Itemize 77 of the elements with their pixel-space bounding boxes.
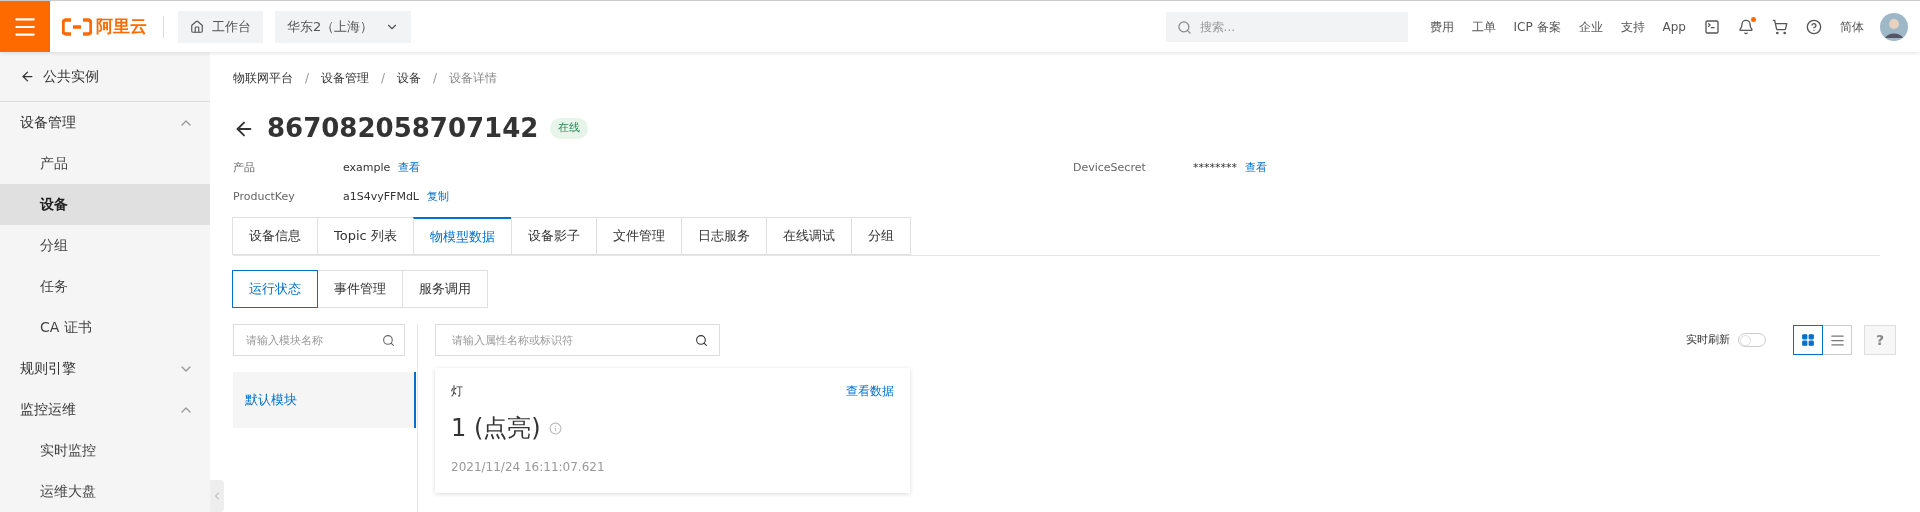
tab[interactable]: 日志服务 — [680, 217, 767, 255]
breadcrumb-link[interactable]: 物联网平台 — [233, 69, 293, 87]
field-link[interactable]: 复制 — [427, 188, 449, 205]
nav-link[interactable]: 支持 — [1620, 17, 1645, 36]
search-icon — [695, 334, 708, 347]
logo-icon — [62, 17, 92, 36]
field-value: a1S4vyFFMdL — [343, 188, 419, 205]
breadcrumb-current: 设备详情 — [449, 70, 498, 87]
sidebar-item[interactable]: 产品 — [0, 143, 210, 184]
tab[interactable]: 在线调试 — [765, 217, 852, 255]
nav-link[interactable]: 企业 — [1578, 17, 1603, 36]
toggle-label: 实时刷新 — [1686, 331, 1730, 348]
terminal-icon[interactable] — [1704, 18, 1720, 35]
collapse-handle[interactable] — [210, 480, 224, 512]
search-field[interactable]: 搜索... — [1165, 11, 1408, 42]
sidebar-item[interactable]: 分组 — [0, 225, 210, 266]
sidebar-item[interactable]: 设备 — [0, 184, 210, 225]
tab[interactable]: Topic 列表 — [317, 217, 414, 255]
cart-icon[interactable] — [1772, 18, 1788, 35]
tab[interactable]: 物模型数据 — [412, 217, 512, 255]
home-icon — [190, 19, 204, 34]
breadcrumb-separator: / — [305, 70, 310, 87]
field-value: ******** — [1193, 160, 1237, 176]
bell-icon — [1738, 18, 1754, 35]
avatar[interactable] — [1880, 12, 1908, 41]
workbench-button[interactable]: 工作台 — [178, 10, 263, 43]
back-link[interactable]: 公共实例 — [0, 52, 210, 102]
notification-button[interactable] — [1738, 18, 1754, 35]
sidebar-item[interactable]: 实时监控 — [0, 430, 210, 471]
sidebar-group[interactable]: 规则引擎 — [0, 348, 210, 389]
sidebar-item[interactable]: 任务 — [0, 266, 210, 307]
field-label: ProductKey — [233, 188, 296, 205]
language-link[interactable]: 简体 — [1840, 17, 1864, 36]
sub-tab[interactable]: 运行状态 — [232, 270, 318, 308]
property-value: 1 (点亮) — [451, 413, 541, 444]
sidebar-item[interactable]: CA 证书 — [0, 307, 210, 348]
sub-tab[interactable]: 服务调用 — [402, 270, 488, 308]
field-label: 产品 — [233, 160, 256, 176]
help-icon[interactable] — [1806, 18, 1822, 35]
field-label: DeviceSecret — [1073, 160, 1147, 176]
menu-button[interactable] — [0, 1, 50, 52]
device-title: 867082058707142 — [267, 112, 539, 145]
nav-link[interactable]: 工单 — [1471, 17, 1496, 36]
view-toggle-button[interactable] — [1793, 325, 1823, 355]
nav-link[interactable]: App — [1662, 17, 1686, 36]
info-icon — [548, 421, 562, 435]
realtime-toggle[interactable] — [1738, 333, 1766, 347]
sidebar-group[interactable]: 设备管理 — [0, 102, 210, 143]
search-icon — [382, 334, 395, 347]
grid-icon — [1801, 333, 1815, 347]
sidebar-group[interactable]: 监控运维 — [0, 389, 210, 430]
nav-link[interactable]: 费用 — [1429, 17, 1454, 36]
logo-text: 阿里云 — [96, 14, 147, 38]
module-item[interactable]: 默认模块 — [233, 372, 416, 428]
field-link[interactable]: 查看 — [398, 160, 421, 177]
timestamp: 2021/11/24 16:11:07.621 — [451, 459, 606, 476]
nav-link[interactable]: ICP 备案 — [1513, 17, 1561, 36]
tab[interactable]: 文件管理 — [595, 217, 682, 255]
status-tag: 在线 — [550, 118, 589, 139]
property-name: 灯 — [451, 383, 463, 400]
breadcrumb-link[interactable]: 设备 — [397, 69, 422, 87]
breadcrumb-separator: / — [433, 70, 438, 87]
module-search-field[interactable]: 请输入模块名称 — [233, 324, 405, 356]
tab[interactable]: 设备信息 — [232, 217, 318, 255]
sidebar-item[interactable]: 运维大盘 — [0, 471, 210, 512]
list-icon — [1829, 332, 1845, 348]
breadcrumb-link[interactable]: 设备管理 — [321, 69, 370, 87]
property-search-field[interactable]: 请输入属性名称或标识符 — [435, 324, 720, 356]
tab[interactable]: 分组 — [850, 217, 911, 255]
field-link[interactable]: 查看 — [1245, 160, 1267, 177]
field-value: example — [343, 160, 391, 176]
region-dropdown[interactable]: 华东2（上海） — [275, 10, 412, 43]
search-icon — [1176, 19, 1192, 35]
sub-tab[interactable]: 事件管理 — [317, 270, 403, 308]
view-data-link[interactable]: 查看数据 — [846, 382, 894, 400]
breadcrumb-separator: / — [381, 70, 386, 87]
tab[interactable]: 设备影子 — [510, 217, 597, 255]
